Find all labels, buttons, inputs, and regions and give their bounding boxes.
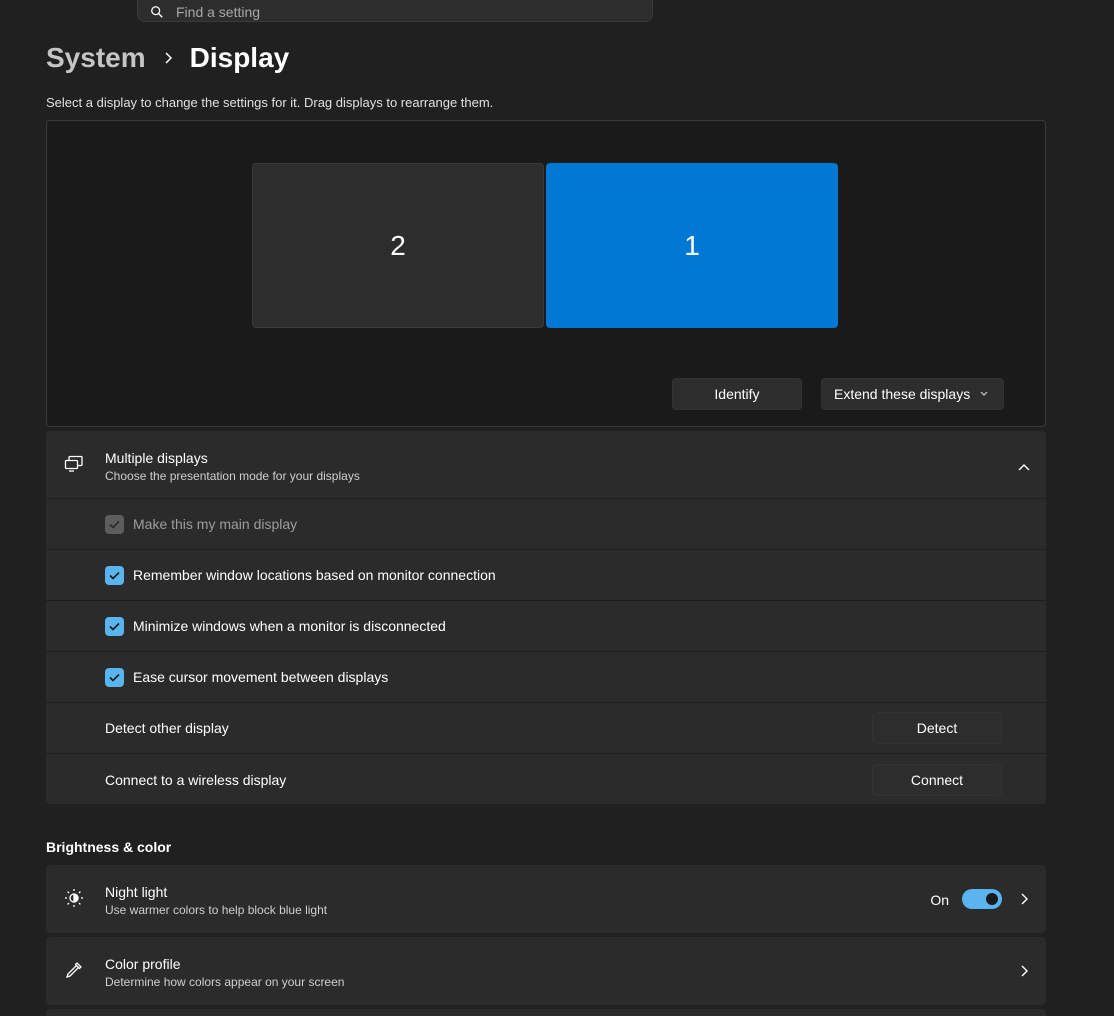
color-profile-title: Color profile: [105, 956, 181, 972]
ease-cursor-label: Ease cursor movement between displays: [133, 669, 389, 685]
night-light-toggle[interactable]: [962, 889, 1002, 909]
toggle-knob: [986, 893, 998, 905]
minimize-windows-checkbox[interactable]: [105, 616, 124, 636]
search-box[interactable]: Find a setting: [137, 0, 653, 22]
brightness-section-title: Brightness & color: [46, 839, 172, 855]
connect-label: Connect to a wireless display: [105, 771, 287, 788]
remember-locations-checkbox[interactable]: [105, 565, 124, 585]
connect-button[interactable]: Connect: [872, 763, 1002, 796]
page-title: Display: [189, 42, 290, 73]
multiple-displays-header[interactable]: Multiple displays Choose the presentatio…: [46, 431, 1046, 499]
breadcrumb-system[interactable]: System: [46, 42, 146, 74]
chevron-right-icon: [146, 52, 190, 64]
breadcrumb: System Display: [46, 40, 289, 76]
detect-row: Detect other display Detect: [46, 703, 1046, 754]
monitor-1[interactable]: 1: [546, 163, 838, 328]
connect-row: Connect to a wireless display Connect: [46, 754, 1046, 805]
night-light-card[interactable]: Night light Use warmer colors to help bl…: [46, 865, 1046, 933]
remember-locations-label: Remember window locations based on monit…: [133, 567, 496, 583]
arrange-hint: Select a display to change the settings …: [46, 95, 494, 110]
checkmark-icon: [109, 673, 120, 682]
option-main-display: Make this my main display: [46, 499, 1046, 550]
color-profile-subtitle: Determine how colors appear on your scre…: [105, 975, 345, 989]
detect-button[interactable]: Detect: [872, 712, 1002, 744]
option-minimize-windows[interactable]: Minimize windows when a monitor is disco…: [46, 601, 1046, 652]
multiple-displays-title: Multiple displays: [105, 450, 208, 466]
chevron-up-icon[interactable]: [1018, 458, 1030, 476]
display-arrangement: 2 1 Identify Extend these displays: [46, 120, 1046, 427]
checkmark-icon: [109, 520, 120, 529]
color-profile-card[interactable]: Color profile Determine how colors appea…: [46, 937, 1046, 1005]
multiple-displays-card: Multiple displays Choose the presentatio…: [46, 431, 1046, 804]
option-ease-cursor[interactable]: Ease cursor movement between displays: [46, 652, 1046, 703]
checkmark-icon: [109, 571, 120, 580]
ease-cursor-checkbox[interactable]: [105, 667, 124, 687]
main-display-label: Make this my main display: [133, 516, 298, 532]
minimize-windows-label: Minimize windows when a monitor is disco…: [133, 618, 446, 634]
multiple-displays-icon: [64, 455, 84, 478]
night-light-icon: [64, 888, 84, 913]
night-light-state: On: [930, 892, 949, 908]
display-mode-label: Extend these displays: [834, 386, 971, 402]
next-settings-card[interactable]: [46, 1009, 1046, 1016]
multiple-displays-subtitle: Choose the presentation mode for your di…: [105, 469, 360, 483]
chevron-right-icon[interactable]: [1020, 892, 1028, 910]
search-icon: [151, 6, 163, 18]
monitor-2[interactable]: 2: [252, 163, 544, 328]
identify-button[interactable]: Identify: [672, 378, 802, 410]
eyedropper-icon: [64, 960, 84, 985]
chevron-right-icon[interactable]: [1020, 964, 1028, 982]
chevron-down-icon: [980, 391, 988, 396]
night-light-subtitle: Use warmer colors to help block blue lig…: [105, 903, 328, 917]
night-light-title: Night light: [105, 884, 168, 900]
search-input[interactable]: Find a setting: [176, 4, 260, 20]
checkmark-icon: [109, 622, 120, 631]
main-display-checkbox: [105, 514, 124, 534]
display-mode-dropdown[interactable]: Extend these displays: [821, 378, 1004, 410]
detect-label: Detect other display: [105, 720, 229, 736]
option-remember-locations[interactable]: Remember window locations based on monit…: [46, 550, 1046, 601]
